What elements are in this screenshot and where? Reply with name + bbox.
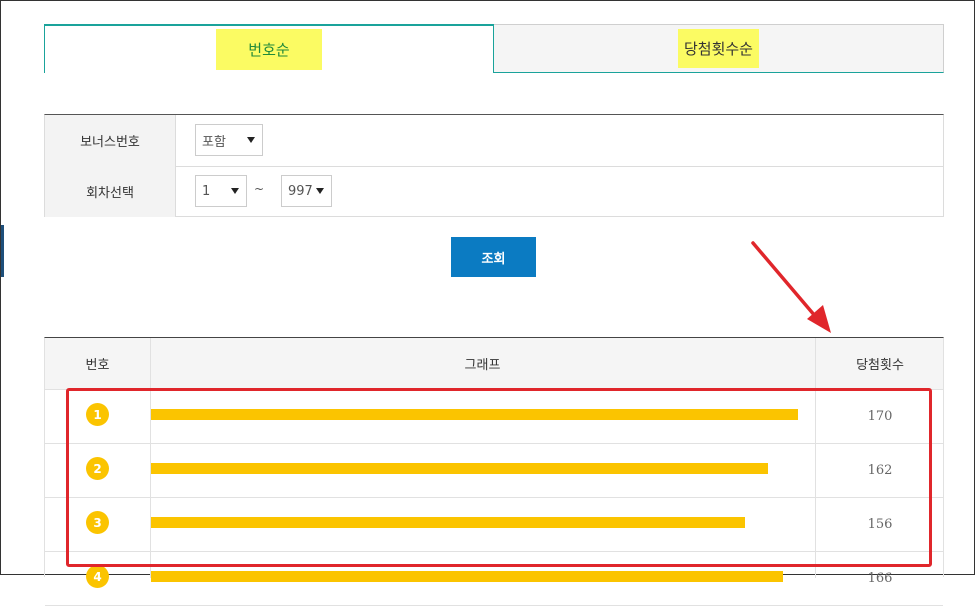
header-graph: 그래프 [464,358,501,373]
count-bar [151,571,783,582]
chevron-down-icon [316,188,324,194]
round-from-value: 1 [202,183,211,199]
round-from-select[interactable]: 1 [195,175,247,207]
count-value: 162 [867,462,893,478]
table-row: 1 170 [45,389,943,444]
number-ball: 2 [86,457,109,480]
round-separator: ~ [254,182,265,196]
table-row: 3 156 [45,497,943,552]
tab-win-count-order[interactable]: 당첨횟수순 [494,24,944,73]
bonus-row: 보너스번호 포함 [45,115,943,167]
annotation-arrow-icon [751,241,831,333]
table-row: 2 162 [45,443,943,498]
round-to-select[interactable]: 997 [281,175,332,207]
bonus-select[interactable]: 포함 [195,124,263,156]
table-header: 번호 그래프 당첨횟수 [45,338,943,390]
bonus-select-value: 포함 [202,134,226,150]
search-button[interactable]: 조회 [451,237,536,277]
count-bar [151,517,745,528]
tab-win-count-order-label: 당첨횟수순 [677,29,759,68]
stats-table: 번호 그래프 당첨횟수 1 170 2 162 3 156 4 166 [44,337,944,606]
round-to-value: 997 [288,183,313,199]
number-ball: 1 [86,403,109,426]
chevron-down-icon [231,188,239,194]
count-bar [151,463,768,474]
round-row: 회차선택 1 ~ 997 [45,166,943,217]
left-accent-bar [1,225,4,277]
table-row: 4 166 [45,551,943,606]
tab-number-order-label: 번호순 [216,29,322,70]
tab-number-order[interactable]: 번호순 [44,24,494,73]
number-ball: 4 [86,565,109,588]
header-count: 당첨횟수 [856,358,904,373]
count-value: 156 [867,516,893,532]
count-value: 170 [867,408,893,424]
filter-panel: 보너스번호 포함 회차선택 1 ~ 997 [44,114,944,217]
number-ball: 3 [86,511,109,534]
chevron-down-icon [247,137,255,143]
round-label: 회차선택 [45,166,176,217]
header-number: 번호 [85,358,110,373]
count-value: 166 [867,570,893,586]
count-bar [151,409,798,420]
bonus-label: 보너스번호 [45,115,176,166]
